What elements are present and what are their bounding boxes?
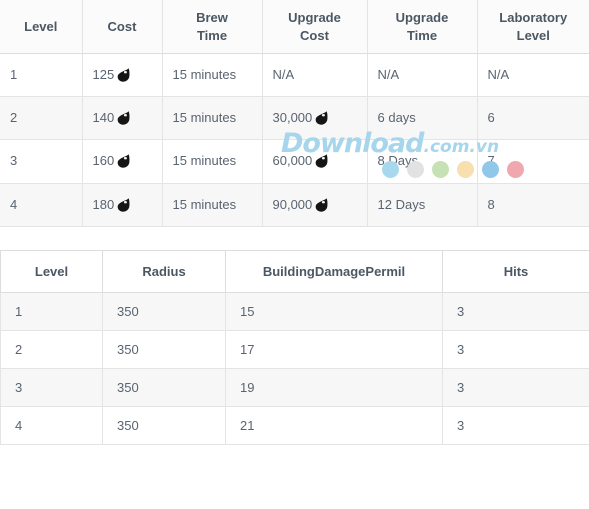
column-header-level: Level [0, 0, 83, 55]
column-header-brew-time: Brew Time [162, 0, 263, 55]
cell-brew-time: 15 minutes [162, 183, 263, 227]
column-header-label-line1: Upgrade [395, 10, 449, 25]
cell-upgrade-time: 6 days [367, 96, 478, 141]
cell-cost-value: 180 [92, 196, 115, 212]
cell-level: 2 [0, 96, 83, 141]
column-header-building-damage-permil: BuildingDamagePermil [225, 249, 443, 293]
cell-level: 4 [0, 405, 103, 445]
table-row: 3 160 15 minutes 60,000 8 Days 7 [0, 139, 589, 184]
cell-upgrade-time: 8 Days [367, 139, 478, 184]
column-header-label: Level [24, 18, 58, 34]
cell-cost: 140 [82, 96, 163, 141]
dark-elixir-drop-icon [117, 197, 130, 212]
cell-brew-time: 15 minutes [162, 53, 263, 98]
column-header-label-line2: Time [406, 27, 438, 43]
column-header-label-line2: Level [516, 27, 550, 43]
cell-cost: 180 [82, 183, 163, 227]
cell-brew-time: 15 minutes [162, 96, 263, 141]
cell-hits: 3 [442, 405, 589, 445]
table-row: 2 140 15 minutes 30,000 6 days 6 [0, 96, 589, 141]
cell-cost-value: 160 [92, 153, 115, 169]
table-spacer [0, 227, 589, 250]
column-header-hits: Hits [442, 249, 589, 293]
table-row: 1 350 15 3 [0, 291, 589, 331]
table-row: 2 350 17 3 [0, 329, 589, 369]
cell-upgrade-cost: 90,000 [262, 183, 368, 227]
cell-radius: 350 [102, 405, 226, 445]
cell-brew-time: 15 minutes [162, 139, 263, 184]
table-header-row: Level Radius BuildingDamagePermil Hits [0, 249, 589, 293]
cell-level: 1 [0, 291, 103, 331]
dark-elixir-drop-icon [315, 110, 328, 125]
cell-cost: 125 [82, 53, 163, 98]
cell-hits: 3 [442, 329, 589, 369]
cell-radius: 350 [102, 329, 226, 369]
cell-level: 1 [0, 53, 83, 98]
dark-elixir-drop-icon [315, 153, 328, 169]
brew-stats-table: Level Cost Brew Time Upgrade Cost Upgrad… [0, 0, 589, 227]
dark-elixir-drop-icon [315, 197, 328, 212]
cell-radius: 350 [102, 367, 226, 407]
cell-building-damage-permil: 15 [225, 291, 443, 331]
cell-upgrade-cost: N/A [262, 53, 368, 98]
column-header-label-line1: Upgrade [288, 10, 341, 25]
table-row: 4 350 21 3 [0, 405, 589, 445]
cell-building-damage-permil: 17 [225, 329, 443, 369]
column-header-upgrade-cost: Upgrade Cost [262, 0, 368, 55]
column-header-level: Level [0, 249, 103, 293]
cell-level: 3 [0, 367, 103, 407]
column-header-label-line1: Laboratory [499, 10, 568, 25]
cell-upgrade-cost: 30,000 [262, 96, 368, 141]
column-header-label: Cost [107, 18, 137, 34]
table-row: 1 125 15 minutes N/A N/A N/A [0, 53, 589, 98]
cell-building-damage-permil: 21 [225, 405, 443, 445]
cell-cost: 160 [82, 139, 163, 184]
cell-laboratory-level: 8 [477, 183, 589, 227]
cell-hits: 3 [442, 291, 589, 331]
cell-upgrade-time: 12 Days [367, 183, 478, 227]
cell-laboratory-level: 6 [477, 96, 589, 141]
cell-level: 3 [0, 139, 83, 184]
column-header-label-line2: Cost [300, 27, 329, 43]
cell-upgrade-cost-value: 30,000 [272, 110, 313, 126]
cell-upgrade-cost-value: 60,000 [272, 153, 313, 169]
cell-cost-value: 140 [92, 110, 115, 126]
cell-upgrade-cost: 60,000 [262, 139, 368, 184]
table-header-row: Level Cost Brew Time Upgrade Cost Upgrad… [0, 0, 589, 55]
column-header-cost: Cost [82, 0, 163, 55]
cell-hits: 3 [442, 367, 589, 407]
column-header-radius: Radius [102, 249, 226, 293]
column-header-label-line1: Brew [196, 10, 228, 25]
column-header-laboratory-level: Laboratory Level [477, 0, 589, 55]
column-header-label-line2: Time [196, 27, 228, 43]
cell-building-damage-permil: 19 [225, 367, 443, 407]
column-header-upgrade-time: Upgrade Time [367, 0, 478, 55]
damage-stats-table: Level Radius BuildingDamagePermil Hits 1… [0, 249, 589, 445]
cell-radius: 350 [102, 291, 226, 331]
cell-upgrade-time: N/A [367, 53, 478, 98]
dark-elixir-drop-icon [117, 153, 130, 169]
cell-laboratory-level: N/A [477, 53, 589, 98]
table-row: 3 350 19 3 [0, 367, 589, 407]
cell-upgrade-cost-value: 90,000 [272, 196, 313, 212]
cell-level: 2 [0, 329, 103, 369]
dark-elixir-drop-icon [117, 110, 130, 125]
cell-upgrade-cost-value: N/A [272, 67, 295, 83]
table-row: 4 180 15 minutes 90,000 12 Days 8 [0, 183, 589, 227]
cell-laboratory-level: 7 [477, 139, 589, 184]
cell-level: 4 [0, 183, 83, 227]
cell-cost-value: 125 [92, 67, 115, 83]
dark-elixir-drop-icon [117, 67, 130, 82]
